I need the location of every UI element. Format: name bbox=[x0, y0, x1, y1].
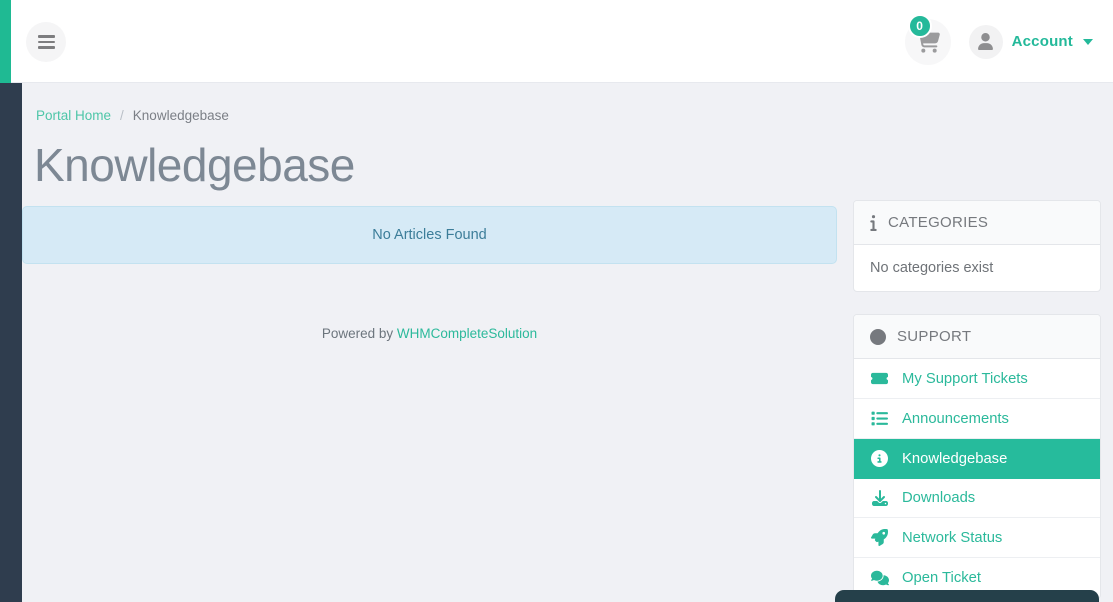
account-menu[interactable]: Account bbox=[968, 24, 1093, 59]
cart-count-badge: 0 bbox=[907, 13, 932, 38]
comments-icon bbox=[870, 569, 889, 587]
sidebar-item-label: Network Status bbox=[902, 529, 1003, 546]
top-header: 0 Account bbox=[11, 0, 1113, 83]
breadcrumb: Portal Home / Knowledgebase bbox=[36, 108, 229, 123]
breadcrumb-item-portal-home[interactable]: Portal Home bbox=[36, 108, 111, 123]
categories-panel-title: CATEGORIES bbox=[888, 214, 989, 231]
list-icon bbox=[870, 410, 889, 427]
cart-button[interactable]: 0 bbox=[904, 13, 951, 65]
account-menu-label: Account bbox=[1011, 33, 1073, 50]
avatar bbox=[968, 24, 1003, 59]
left-rail-accent bbox=[0, 0, 11, 83]
support-panel-header: SUPPORT bbox=[854, 315, 1100, 359]
live-chat-widget[interactable] bbox=[835, 590, 1099, 602]
whmcs-link[interactable]: WHMCompleteSolution bbox=[397, 326, 537, 341]
right-sidebar: CATEGORIES No categories exist SUPPORT M… bbox=[853, 200, 1101, 602]
categories-panel: CATEGORIES No categories exist bbox=[853, 200, 1101, 292]
menu-toggle-button[interactable] bbox=[26, 22, 66, 62]
rocket-icon bbox=[870, 529, 889, 546]
sidebar-item-knowledgebase[interactable]: Knowledgebase bbox=[854, 439, 1100, 479]
main-column: No Articles Found Powered by WHMComplete… bbox=[22, 206, 837, 341]
sidebar-item-announcements[interactable]: Announcements bbox=[854, 399, 1100, 439]
support-panel-title: SUPPORT bbox=[897, 328, 972, 345]
sidebar-item-label: Open Ticket bbox=[902, 570, 981, 586]
sidebar-item-label: Downloads bbox=[902, 490, 976, 506]
info-icon bbox=[870, 214, 877, 231]
powered-by-footer: Powered by WHMCompleteSolution bbox=[22, 326, 837, 341]
lifebuoy-icon bbox=[870, 328, 886, 345]
download-icon bbox=[870, 490, 889, 506]
user-icon bbox=[977, 33, 994, 50]
content-area: Portal Home / Knowledgebase Knowledgebas… bbox=[22, 83, 1113, 602]
sidebar-item-downloads[interactable]: Downloads bbox=[854, 479, 1100, 518]
support-panel: SUPPORT My Support Tickets Announcements… bbox=[853, 314, 1101, 599]
hamburger-icon bbox=[37, 32, 55, 52]
sidebar-item-my-support-tickets[interactable]: My Support Tickets bbox=[854, 359, 1100, 399]
sidebar-item-network-status[interactable]: Network Status bbox=[854, 518, 1100, 558]
categories-panel-header: CATEGORIES bbox=[854, 201, 1100, 245]
header-actions: 0 Account bbox=[904, 0, 1093, 83]
sidebar-item-label: My Support Tickets bbox=[902, 370, 1028, 387]
breadcrumb-item-current: Knowledgebase bbox=[132, 108, 229, 123]
powered-by-prefix: Powered by bbox=[321, 326, 397, 341]
chevron-down-icon bbox=[1083, 38, 1093, 45]
sidebar-item-label: Announcements bbox=[902, 410, 1009, 427]
sidebar-item-label: Knowledgebase bbox=[902, 450, 1008, 467]
no-articles-alert: No Articles Found bbox=[22, 206, 837, 264]
categories-empty-text: No categories exist bbox=[870, 260, 994, 276]
info-circle-icon bbox=[870, 450, 889, 467]
left-sidebar-rail bbox=[0, 83, 22, 602]
page-root: 0 Account Portal Home / Knowledgebase Kn… bbox=[0, 0, 1113, 602]
ticket-icon bbox=[870, 370, 889, 387]
breadcrumb-separator: / bbox=[120, 108, 124, 123]
page-title: Knowledgebase bbox=[34, 139, 355, 191]
